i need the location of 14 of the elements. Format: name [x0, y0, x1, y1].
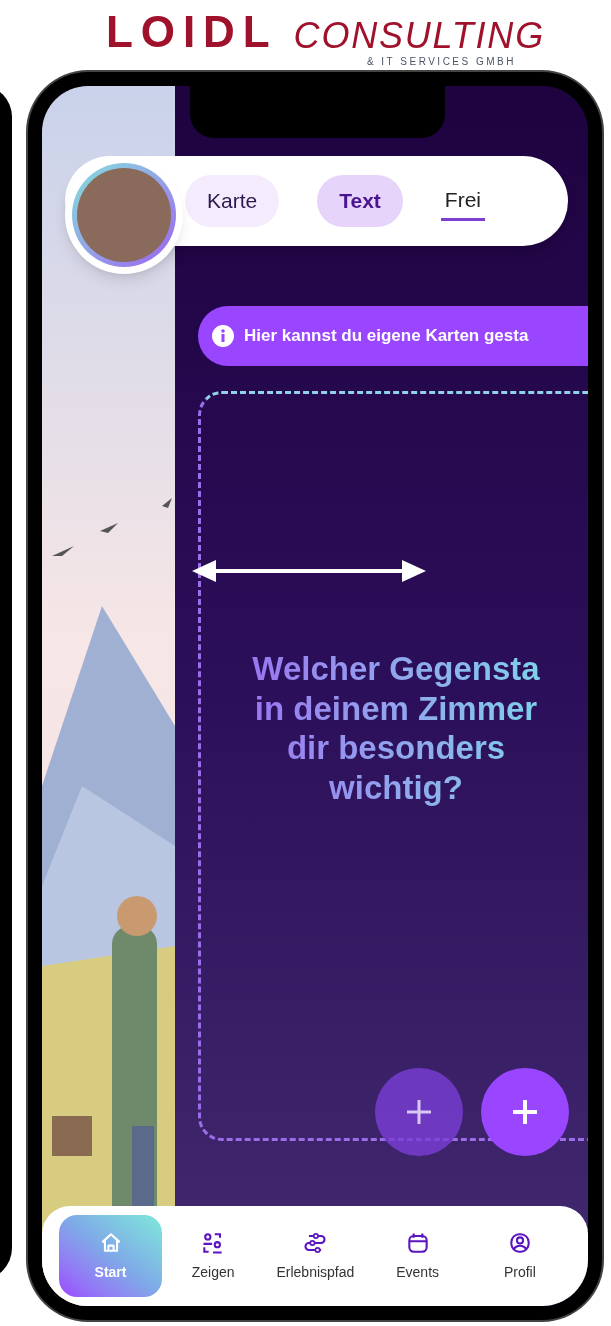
- nav-tab[interactable]: Erlebnispfad: [264, 1215, 367, 1297]
- nav-tab[interactable]: Events: [366, 1215, 469, 1297]
- logo-name: LOIDL: [106, 10, 278, 54]
- plus-icon: [510, 1097, 540, 1127]
- mode-tab[interactable]: Text: [317, 175, 403, 227]
- mode-tab[interactable]: Frei: [440, 181, 485, 221]
- mode-tab[interactable]: Karte: [185, 175, 280, 227]
- info-icon: [212, 325, 234, 347]
- nav-tab[interactable]: Profil: [468, 1215, 571, 1297]
- info-text: Hier kannst du eigene Karten gesta: [244, 325, 529, 348]
- nav-tab[interactable]: Zeigen: [162, 1215, 265, 1297]
- plus-icon: [404, 1097, 434, 1127]
- logo-suffix: CONSULTING: [293, 18, 545, 54]
- logo-tagline: & IT SERVICES GMBH: [366, 57, 516, 67]
